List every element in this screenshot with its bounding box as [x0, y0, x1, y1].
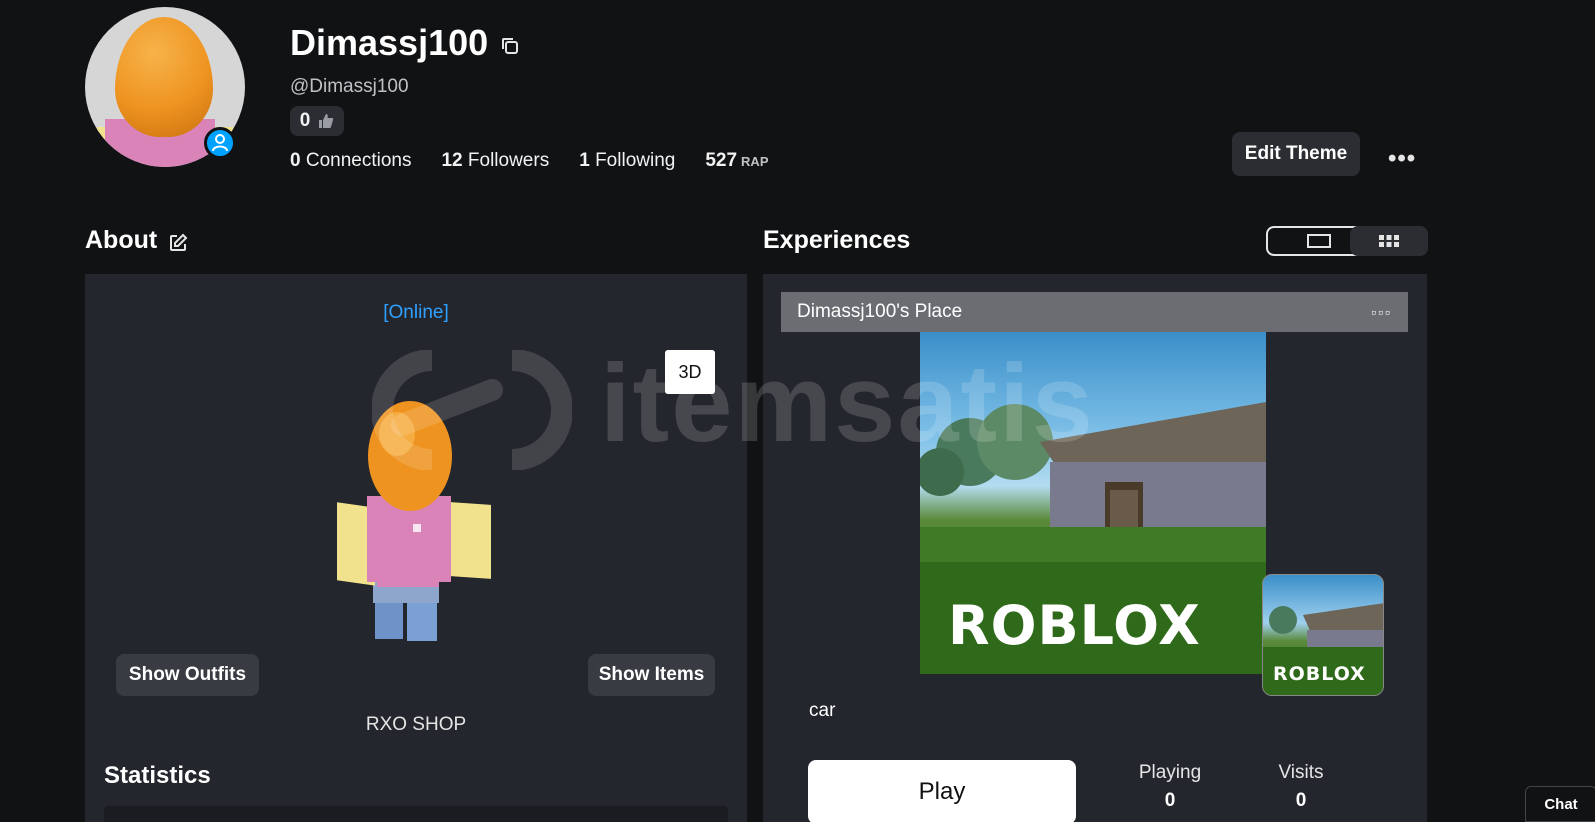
statistics-box	[104, 806, 728, 822]
visits-label: Visits	[1278, 762, 1324, 783]
likes-badge: 0	[290, 106, 344, 136]
place-menu-icon[interactable]: ▫▫▫	[1371, 304, 1392, 320]
watermark-text: itemsatis	[600, 342, 1095, 465]
icon-brand: ROBLOX	[1273, 663, 1366, 685]
grid-view-icon	[1379, 235, 1399, 247]
chat-button[interactable]: Chat	[1525, 786, 1595, 822]
game-icon-thumbnail[interactable]: ROBLOX	[1262, 574, 1384, 696]
experiences-title: Experiences	[763, 226, 911, 254]
likes-count: 0	[299, 110, 311, 131]
game-name: car	[809, 700, 836, 721]
grid-view-toggle[interactable]	[1350, 226, 1428, 256]
avatar-egg-head	[115, 17, 213, 137]
show-outfits-button[interactable]: Show Outfits	[116, 654, 259, 696]
visits-value: 0	[1295, 790, 1307, 811]
about-title: About	[85, 226, 158, 254]
edit-theme-button[interactable]: Edit Theme	[1232, 132, 1360, 176]
online-status: [Online]	[383, 302, 449, 323]
place-title-bar[interactable]: Dimassj100's Place ▫▫▫	[781, 292, 1408, 332]
play-button[interactable]: Play	[808, 760, 1076, 822]
more-options-button[interactable]: •••	[1388, 145, 1416, 173]
thumbs-up-icon	[319, 114, 334, 128]
profile-stats: 0 Connections 12 Followers 1 Following 5…	[290, 150, 769, 172]
visits-stat: Visits 0	[1246, 762, 1356, 812]
playing-stat: Playing 0	[1115, 762, 1225, 812]
watermark-logo-icon	[372, 350, 572, 470]
thumbnail-brand: ROBLOX	[948, 594, 1201, 657]
statistics-title: Statistics	[104, 762, 211, 789]
presence-icon	[204, 127, 236, 159]
playing-value: 0	[1164, 790, 1176, 811]
about-description: RXO SHOP	[365, 714, 467, 735]
show-items-button[interactable]: Show Items	[588, 654, 715, 696]
playing-label: Playing	[1138, 762, 1202, 783]
copy-icon[interactable]	[500, 36, 520, 56]
single-view-icon	[1307, 234, 1331, 248]
rap-stat: 527 RAP	[705, 150, 769, 171]
followers-stat[interactable]: 12 Followers	[441, 150, 549, 172]
edit-icon[interactable]	[168, 233, 188, 253]
connections-stat[interactable]: 0 Connections	[290, 150, 411, 172]
username: @Dimassj100	[290, 76, 409, 97]
following-stat[interactable]: 1 Following	[579, 150, 675, 172]
place-title: Dimassj100's Place	[797, 301, 963, 322]
display-name: Dimassj100	[290, 22, 489, 63]
